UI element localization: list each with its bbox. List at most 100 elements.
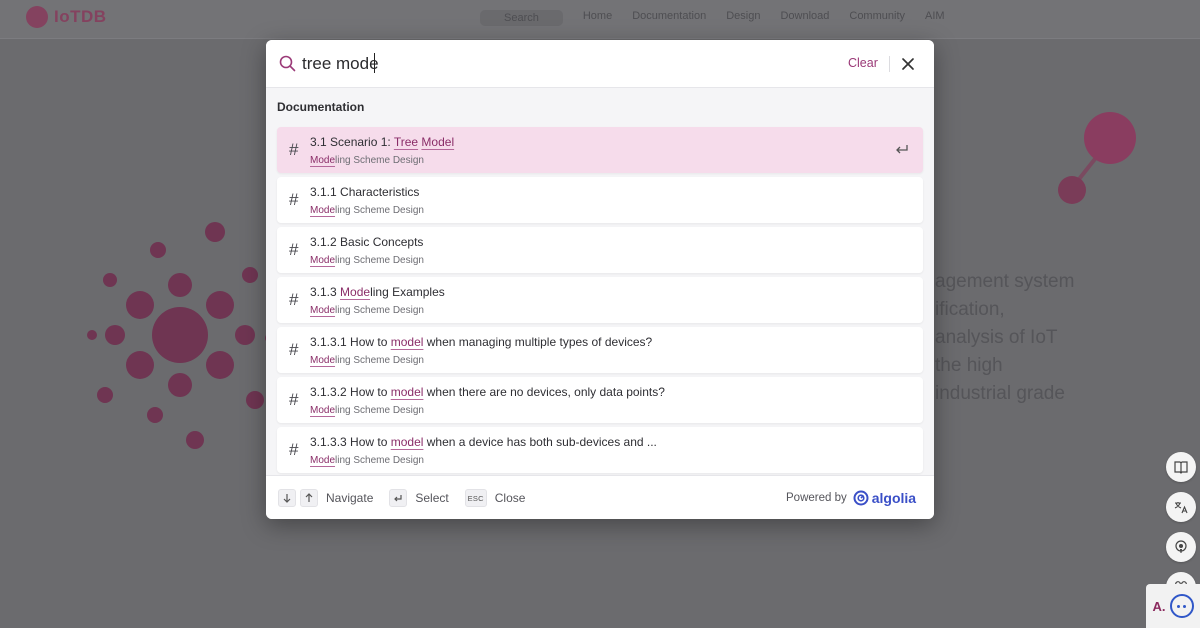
translate-icon[interactable] xyxy=(1166,492,1196,522)
hero-line: agement system xyxy=(935,271,1075,292)
result-breadcrumb: Modeling Scheme Design xyxy=(310,405,424,416)
enter-key-icon xyxy=(389,489,408,507)
result-breadcrumb-text: ling Scheme Design xyxy=(335,255,424,266)
ai-assistant-button[interactable]: A. xyxy=(1146,584,1200,628)
hash-icon: # xyxy=(289,340,299,359)
result-title: 3.1.1 Characteristics xyxy=(310,185,419,199)
clear-button[interactable]: Clear xyxy=(848,56,878,70)
nav-link-community[interactable]: Community xyxy=(849,10,905,26)
result-title-highlight: Model xyxy=(421,135,455,149)
esc-key: ESC xyxy=(464,489,487,507)
result-breadcrumb-text: ling Scheme Design xyxy=(335,455,424,466)
search-results-list: #3.1 Scenario 1: Tree Model Modeling Sche… xyxy=(277,127,923,477)
result-breadcrumb-text: ling Scheme Design xyxy=(335,305,424,316)
result-breadcrumb: Modeling Scheme Design xyxy=(310,305,424,316)
result-title: 3.1.3 Modeling Examples xyxy=(310,285,445,299)
podcast-icon[interactable] xyxy=(1166,532,1196,562)
search-icon xyxy=(279,55,296,72)
search-input[interactable] xyxy=(302,52,802,76)
divider xyxy=(889,56,890,72)
text-caret xyxy=(374,53,375,73)
result-breadcrumb: Modeling Scheme Design xyxy=(310,455,424,466)
hero-line: analysis of IoT xyxy=(935,327,1058,348)
search-result-item[interactable]: #3.1.3 Modeling Examples Modeling Scheme … xyxy=(277,277,923,323)
result-title-text: 3.1.3.3 How to xyxy=(310,435,391,449)
hero-line: ification, xyxy=(935,299,1005,320)
site-logo[interactable]: IoTDB xyxy=(26,6,107,28)
result-title: 3.1.3.3 How to model when a device has b… xyxy=(310,435,657,449)
close-label: Close xyxy=(494,491,526,505)
hero-orb-illustration xyxy=(1058,112,1136,204)
nav-link-documentation[interactable]: Documentation xyxy=(632,10,706,26)
search-footer: Navigate Select ESC Close Powered by alg… xyxy=(266,475,934,519)
result-title-text: 3.1.1 Characteristics xyxy=(310,185,420,199)
search-result-item[interactable]: #3.1.3.2 How to model when there are no … xyxy=(277,377,923,423)
navigate-label: Navigate xyxy=(326,491,374,505)
algolia-logo: algolia xyxy=(853,490,916,506)
hash-icon: # xyxy=(289,240,299,259)
search-result-item[interactable]: #3.1.1 Characteristics Modeling Scheme De… xyxy=(277,177,923,223)
result-breadcrumb-text: ling Scheme Design xyxy=(335,205,424,216)
result-breadcrumb-text: ling Scheme Design xyxy=(335,155,424,166)
nav-link-aim[interactable]: AIM xyxy=(925,10,945,26)
hero-description: agement system ification, analysis of Io… xyxy=(935,268,1195,408)
result-title-text: 3.1.2 Basic Concepts xyxy=(310,235,424,249)
result-breadcrumb-text: ling Scheme Design xyxy=(335,355,424,366)
result-breadcrumb-highlight: Mode xyxy=(310,405,336,416)
result-title-highlight: model xyxy=(390,435,424,449)
result-title: 3.1.3.1 How to model when managing multi… xyxy=(310,335,652,349)
hash-icon: # xyxy=(289,190,299,209)
logo-mark-icon xyxy=(26,6,48,28)
result-title: 3.1 Scenario 1: Tree Model xyxy=(310,135,454,149)
floating-toolbar xyxy=(1166,452,1196,602)
result-title: 3.1.3.2 How to model when there are no d… xyxy=(310,385,665,399)
result-breadcrumb-highlight: Mode xyxy=(310,205,336,216)
result-title-text: when a device has both sub-devices and .… xyxy=(423,435,657,449)
result-breadcrumb: Modeling Scheme Design xyxy=(310,155,424,166)
search-result-item[interactable]: #3.1.3.3 How to model when a device has … xyxy=(277,427,923,473)
top-navbar: IoTDB Search Home Documentation Design D… xyxy=(0,0,1200,39)
result-title-text: when managing multiple types of devices? xyxy=(423,335,653,349)
search-result-item[interactable]: #3.1 Scenario 1: Tree Model Modeling Sche… xyxy=(277,127,923,173)
result-breadcrumb-text: ling Scheme Design xyxy=(335,405,424,416)
arrow-up-icon xyxy=(300,489,318,507)
result-title-highlight: model xyxy=(390,385,424,399)
hash-icon: # xyxy=(289,290,299,309)
result-breadcrumb-highlight: Mode xyxy=(310,455,336,466)
search-result-item[interactable]: #3.1.3.1 How to model when managing mult… xyxy=(277,327,923,373)
hero-line: industrial grade xyxy=(935,383,1065,404)
hash-icon: # xyxy=(289,440,299,459)
results-section-title: Documentation xyxy=(277,100,365,114)
powered-by-label: Powered by xyxy=(786,492,847,504)
result-breadcrumb-highlight: Mode xyxy=(310,305,336,316)
nav-links: Search Home Documentation Design Downloa… xyxy=(480,10,945,26)
powered-by-algolia[interactable]: Powered by algolia xyxy=(786,490,916,506)
result-title-text: 3.1.3.2 How to xyxy=(310,385,391,399)
result-title-highlight: model xyxy=(390,335,424,349)
logo-text: IoTDB xyxy=(54,7,107,26)
result-title-highlight: Tree xyxy=(393,135,419,149)
result-title-text: 3.1.3.1 How to xyxy=(310,335,391,349)
result-title-text: ling Examples xyxy=(370,285,445,299)
search-modal: Clear Documentation #3.1 Scenario 1: Tre… xyxy=(266,40,934,519)
nav-link-design[interactable]: Design xyxy=(726,10,760,26)
keyboard-shortcuts: Navigate Select ESC Close xyxy=(278,489,541,507)
result-breadcrumb: Modeling Scheme Design xyxy=(310,255,424,266)
search-bar: Clear xyxy=(266,40,934,88)
select-label: Select xyxy=(415,491,449,505)
enter-icon xyxy=(896,145,908,154)
nav-link-home[interactable]: Home xyxy=(583,10,612,26)
nav-link-search[interactable]: Search xyxy=(480,10,563,26)
close-icon[interactable] xyxy=(899,55,917,73)
book-icon[interactable] xyxy=(1166,452,1196,482)
hero-line: the high xyxy=(935,355,1003,376)
result-title-text: when there are no devices, only data poi… xyxy=(423,385,665,399)
robot-icon xyxy=(1169,594,1194,618)
result-breadcrumb-highlight: Mode xyxy=(310,255,336,266)
hash-icon: # xyxy=(289,390,299,409)
search-result-item[interactable]: #3.1.2 Basic Concepts Modeling Scheme Des… xyxy=(277,227,923,273)
hash-icon: # xyxy=(289,140,299,159)
nav-link-download[interactable]: Download xyxy=(780,10,829,26)
result-breadcrumb-highlight: Mode xyxy=(310,355,336,366)
assistant-label: A. xyxy=(1152,598,1166,614)
